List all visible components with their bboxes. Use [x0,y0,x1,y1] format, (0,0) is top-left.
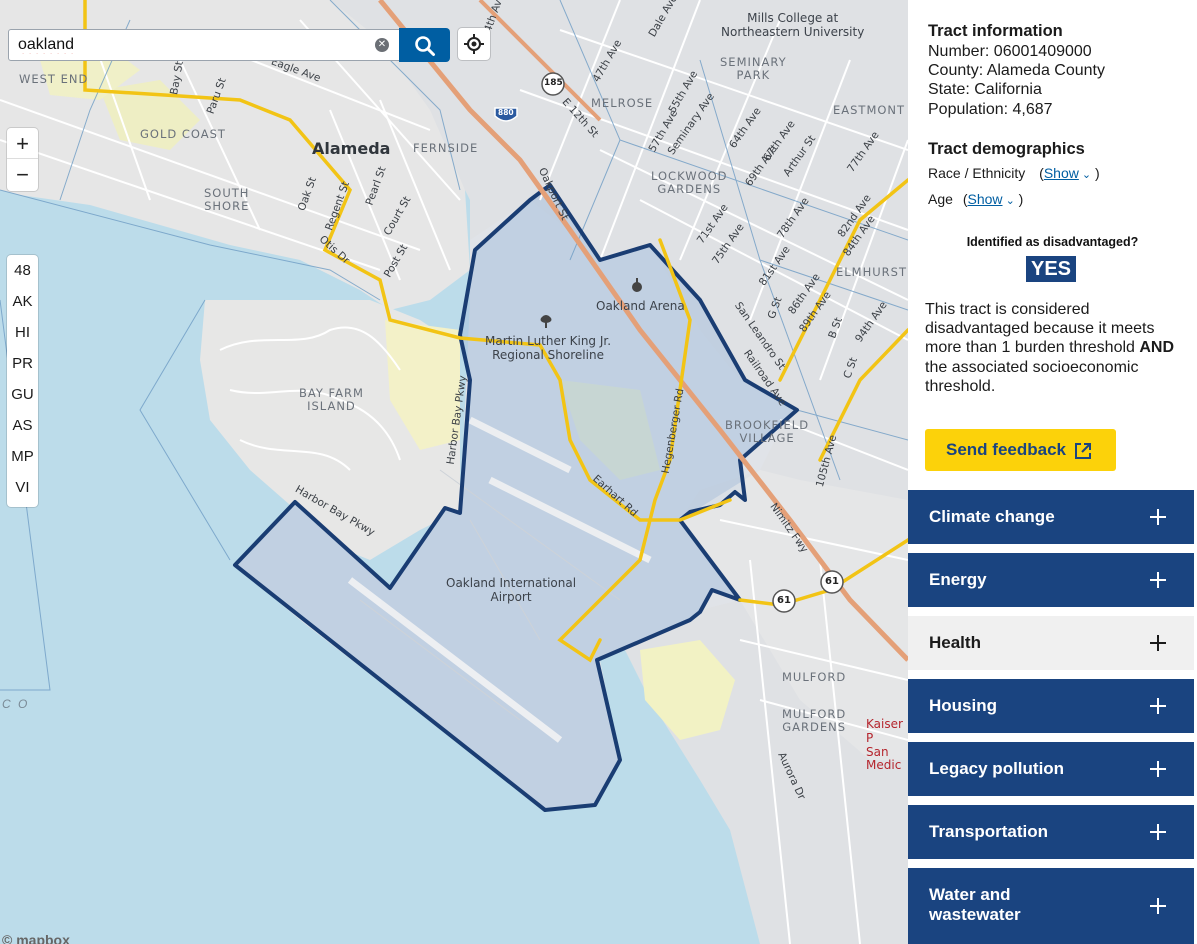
territory-button-pr[interactable]: PR [7,348,38,379]
category-label: Transportation [929,822,1049,841]
plus-icon [1148,896,1168,916]
search-icon [415,36,435,56]
label-elmhurst: ELMHURST [836,265,907,279]
label-alameda: Alameda [312,139,391,158]
category-climate-change[interactable]: Climate change [908,490,1194,544]
age-label: Age [928,191,953,207]
mapbox-logo[interactable]: © mapbox [2,932,70,944]
clear-icon[interactable]: ✕ [375,38,389,52]
category-legacy-pollution[interactable]: Legacy pollution [908,742,1194,796]
label-mills-college: Mills College at Northeastern University [721,11,865,39]
send-feedback-button[interactable]: Send feedback [925,429,1116,471]
route-61-shield-b: 61 [825,576,839,587]
label-mulford: MULFORD [782,670,847,684]
demographics-title: Tract demographics [928,140,1085,158]
plus-icon [1148,696,1168,716]
tract-info-title: Tract information [928,22,1063,40]
category-label: Water and wastewater [929,885,1021,924]
plus-icon [1148,570,1168,590]
category-energy[interactable]: Energy [908,553,1194,607]
external-link-icon [1075,443,1091,459]
age-row: Age (Show ⌄ ) [928,191,1024,207]
route-61-shield-a: 61 [777,595,791,606]
territory-button-mp[interactable]: MP [7,441,38,472]
label-gold-coast: GOLD COAST [140,127,226,141]
search-input[interactable] [9,30,339,60]
tract-number: Number: 06001409000 [928,43,1092,60]
race-show-link[interactable]: Show [1044,165,1079,181]
label-west-end: WEST END [19,72,89,86]
disadvantaged-badge: YES [1026,256,1076,282]
label-mulford-gardens: MULFORD GARDENS [782,707,847,735]
label-oakland-arena: Oakland Arena [596,299,685,313]
plus-icon [1148,507,1168,527]
category-housing[interactable]: Housing [908,679,1194,733]
route-880-shield: 880 [498,108,514,117]
label-fernside: FERNSIDE [413,141,479,155]
disadvantaged-question: Identified as disadvantaged? [966,235,1139,249]
label-eastmont: EASTMONT [833,103,906,117]
label-kaiser: Kaiser P San Medic [866,717,903,773]
water-label-fragment: C O [2,697,30,711]
locate-button[interactable] [458,28,490,60]
category-water-wastewater[interactable]: Water and wastewater [908,868,1194,944]
territory-button-48[interactable]: 48 [7,255,38,286]
category-label: Climate change [929,507,1055,526]
territory-button-as[interactable]: AS [7,410,38,441]
tract-info-panel: Tract information Number: 06001409000 Co… [908,0,1197,944]
category-label: Health [929,633,981,652]
chevron-down-icon: ⌄ [1078,169,1092,181]
disadvantaged-explanation: This tract is considered disadvantaged b… [925,301,1175,395]
territory-control: 48 AK HI PR GU AS MP VI [7,255,38,507]
label-mlk-shoreline: Martin Luther King Jr. Regional Shorelin… [485,334,612,362]
label-bay-farm-island: BAY FARM ISLAND [299,386,364,414]
plus-icon [1148,822,1168,842]
label-seminary-park: SEMINARY PARK [720,55,787,83]
label-oakland-airport: Oakland International Airport [446,576,577,604]
category-label: Legacy pollution [929,759,1065,778]
chevron-down-icon: ⌄ [1002,195,1015,207]
tract-county: County: Alameda County [928,62,1105,79]
send-feedback-label: Send feedback [946,440,1066,459]
label-brookfield-village: BROOKFIELD VILLAGE [725,418,810,446]
label-melrose: MELROSE [591,96,654,110]
territory-button-vi[interactable]: VI [7,472,38,503]
zoom-out-button[interactable]: − [7,159,38,190]
territory-button-gu[interactable]: GU [7,379,38,410]
search-box: ✕ [8,29,400,61]
tract-population: Population: 4,687 [928,101,1053,118]
plus-icon [1148,759,1168,779]
tract-state: State: California [928,81,1042,98]
plus-icon [1148,633,1168,653]
label-south-shore: SOUTH SHORE [204,186,250,214]
search-button[interactable] [399,28,450,62]
race-ethnicity-label: Race / Ethnicity [928,165,1026,181]
category-label: Energy [929,570,987,589]
route-185-shield: 185 [544,78,563,88]
zoom-in-button[interactable]: + [7,128,38,159]
category-health[interactable]: Health [908,616,1194,670]
age-show-link[interactable]: Show [967,191,1002,207]
category-label: Housing [929,696,997,715]
territory-button-ak[interactable]: AK [7,286,38,317]
race-ethnicity-row: Race / Ethnicity (Show ⌄ ) [928,165,1100,181]
crosshair-icon [464,34,484,54]
zoom-control: + − [7,128,38,191]
label-lockwood-gardens: LOCKWOOD GARDENS [651,169,728,197]
category-transportation[interactable]: Transportation [908,805,1194,859]
map-view[interactable]: Alameda WEST END GOLD COAST FERNSIDE SOU… [0,0,908,944]
territory-button-hi[interactable]: HI [7,317,38,348]
